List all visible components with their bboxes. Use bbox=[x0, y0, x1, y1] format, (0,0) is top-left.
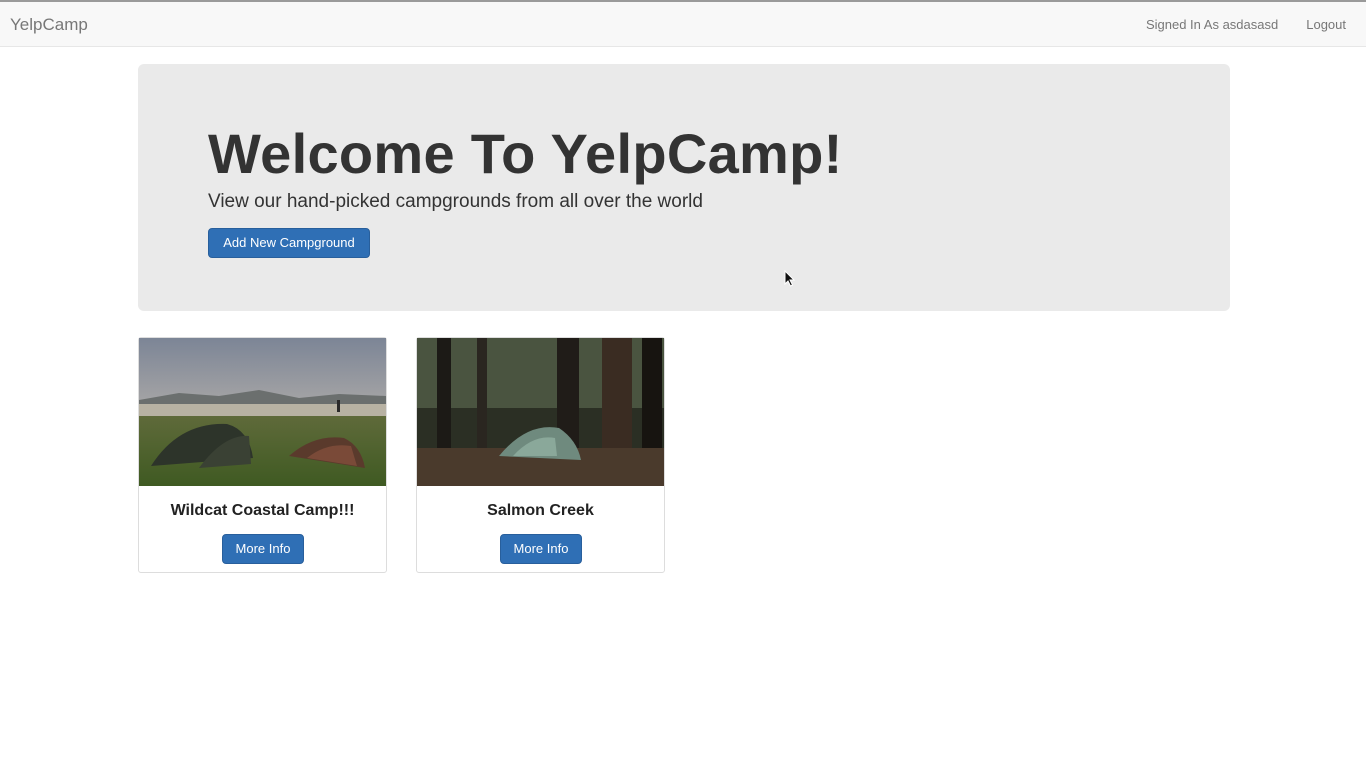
campground-image bbox=[139, 338, 386, 486]
brand-link[interactable]: YelpCamp bbox=[10, 15, 88, 35]
tents-photo bbox=[139, 338, 386, 486]
campground-name: Salmon Creek bbox=[487, 502, 594, 519]
add-campground-button[interactable]: Add New Campground bbox=[208, 228, 370, 258]
campground-card: Salmon Creek More Info bbox=[416, 337, 665, 573]
jumbotron: Welcome To YelpCamp! View our hand-picke… bbox=[138, 64, 1230, 311]
mouse-cursor-icon bbox=[784, 270, 796, 287]
campground-card: Wildcat Coastal Camp!!! More Info bbox=[138, 337, 387, 573]
page-title: Welcome To YelpCamp! bbox=[208, 122, 843, 185]
campground-image bbox=[417, 338, 664, 486]
signed-in-link[interactable]: Signed In As asdasasd bbox=[1146, 17, 1278, 32]
navbar: YelpCamp Signed In As asdasasd Logout bbox=[0, 2, 1366, 47]
campground-name: Wildcat Coastal Camp!!! bbox=[170, 502, 355, 519]
page-subtitle: View our hand-picked campgrounds from al… bbox=[208, 191, 703, 212]
nav-right: Signed In As asdasasd Logout bbox=[1146, 17, 1346, 32]
more-info-button[interactable]: More Info bbox=[222, 534, 304, 564]
forest-tent-photo bbox=[417, 338, 664, 486]
more-info-button[interactable]: More Info bbox=[500, 534, 582, 564]
logout-link[interactable]: Logout bbox=[1306, 17, 1346, 32]
